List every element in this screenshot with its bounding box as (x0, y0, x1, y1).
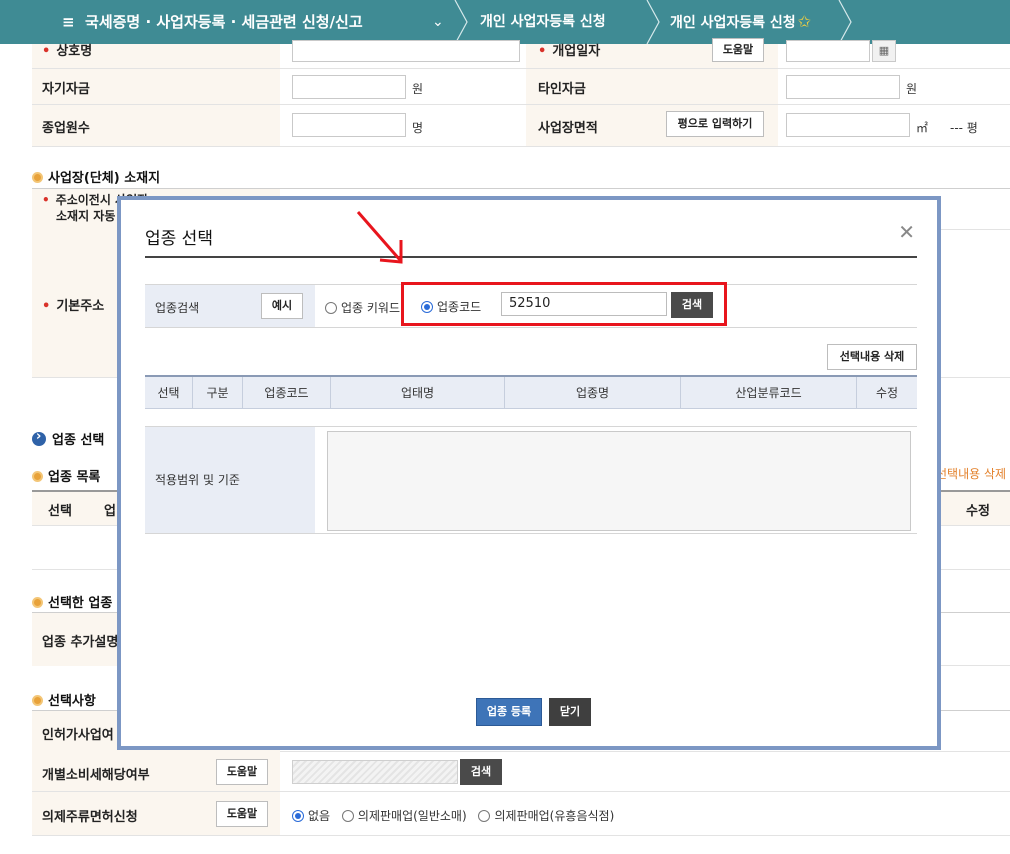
liquor-help-button[interactable]: 도움말 (216, 801, 268, 827)
breadcrumb-separator-icon (646, 0, 660, 44)
base-address-label: • 기본주소 (42, 299, 105, 314)
sqm-unit: ㎡ (916, 121, 929, 135)
scope-label: 적용범위 및 기준 (155, 473, 240, 487)
excise-search-button[interactable]: 검색 (460, 759, 502, 785)
industry-list-col-partial: 업 (104, 504, 116, 519)
industry-grid-header: 선택 구분 업종코드 업태명 업종명 산업분류코드 수정 (145, 375, 917, 409)
highlight-box (401, 282, 727, 326)
breadcrumb-item-2-label: 개인 사업자등록 신청 (670, 15, 796, 31)
area-input[interactable] (786, 113, 910, 137)
col-select: 선택 (145, 377, 193, 409)
close-icon[interactable]: ✕ (898, 220, 915, 244)
calendar-icon[interactable]: ▦ (872, 40, 896, 62)
register-industry-button[interactable]: 업종 등록 (476, 698, 542, 726)
excise-input-disabled (292, 760, 458, 784)
own-capital-label: 자기자금 (42, 82, 90, 97)
liquor-options: 없음 의제판매업(일반소매) 의제판매업(유흥음식점) (292, 807, 622, 824)
hamburger-icon: ≡ (62, 13, 75, 31)
red-arrow-icon (356, 211, 403, 264)
section-bullet-icon (32, 471, 43, 482)
scope-row: 적용범위 및 기준 (145, 426, 917, 534)
section-bullet-icon (32, 695, 43, 706)
other-capital-input[interactable] (786, 75, 900, 99)
industry-list-delete-link[interactable]: 선택내용 삭제 (936, 465, 1006, 482)
open-date-help-button[interactable]: 도움말 (712, 38, 764, 62)
nav-menu-label: 국세증명 · 사업자등록 · 세금관련 신청/신고 (85, 13, 363, 31)
liquor-retail-radio[interactable] (341, 810, 354, 822)
excise-help-button[interactable]: 도움말 (216, 759, 268, 785)
industry-select-modal: 업종 선택 ✕ 업종검색 예시 업종 키워드 업종코드 52510 검색 선택내… (117, 196, 941, 750)
liquor-bar-label: 의제판매업(유흥음식점) (494, 809, 615, 823)
scope-textarea[interactable] (327, 431, 911, 531)
location-section-title: 사업장(단체) 소재지 (32, 167, 160, 186)
col-business-type: 업태명 (331, 377, 505, 409)
won-unit: 원 (412, 82, 424, 96)
liquor-license-label: 의제주류면허신청 (42, 810, 138, 825)
industry-list-col-select: 선택 (48, 504, 72, 519)
col-edit: 수정 (875, 386, 899, 400)
industry-search-label: 업종검색 (155, 301, 200, 315)
area-label: 사업장면적 (538, 121, 598, 136)
section-bullet-icon (32, 172, 43, 183)
section-bullet-icon (32, 597, 43, 608)
other-capital-label: 타인자금 (538, 82, 586, 97)
col-industry-class-code: 산업분류코드 (681, 377, 857, 409)
selected-industry-section-title: 선택한 업종 (32, 592, 112, 611)
liquor-none-radio[interactable] (292, 810, 304, 822)
open-date-label: • 개업일자 (538, 44, 601, 59)
liquor-none-label: 없음 (308, 809, 331, 823)
industry-list-col-edit: 수정 (966, 504, 990, 519)
won-unit: 원 (906, 82, 918, 96)
keyword-radio[interactable] (325, 302, 337, 314)
liquor-retail-label: 의제판매업(일반소매) (357, 809, 467, 823)
search-type-options: 업종 키워드 (325, 299, 408, 316)
col-industry-code: 업종코드 (243, 377, 331, 409)
breadcrumb-separator-icon (838, 0, 852, 44)
pyeong-input-button[interactable]: 평으로 입력하기 (666, 111, 764, 137)
excise-tax-label: 개별소비세해당여부 (42, 768, 150, 783)
example-button[interactable]: 예시 (261, 293, 303, 319)
section-arrow-icon (32, 429, 46, 446)
employees-input[interactable] (292, 113, 406, 137)
liquor-bar-radio[interactable] (478, 810, 491, 822)
options-section-title: 선택사항 (32, 690, 96, 709)
license-business-label: 인허가사업여 (42, 728, 114, 743)
trade-name-input[interactable] (292, 40, 520, 62)
favorite-star-icon[interactable]: ✩ (798, 12, 811, 31)
delete-selected-button[interactable]: 선택내용 삭제 (827, 344, 917, 370)
chevron-down-icon[interactable]: ⌄ (432, 0, 444, 44)
col-industry-name: 업종명 (505, 377, 681, 409)
modal-title: 업종 선택 (145, 229, 213, 249)
breadcrumb-separator-icon (454, 0, 468, 44)
industry-extra-desc-label: 업종 추가설명 (42, 635, 119, 650)
people-unit: 명 (412, 121, 424, 135)
open-date-input[interactable] (786, 40, 870, 62)
menu-toggle[interactable]: ≡ 국세증명 · 사업자등록 · 세금관련 신청/신고 (62, 0, 363, 44)
own-capital-input[interactable] (292, 75, 406, 99)
employees-label: 종업원수 (42, 121, 90, 136)
modal-title-rule (145, 256, 917, 258)
industry-list-section-title: 업종 목록 (32, 466, 100, 485)
pyeong-value: --- 평 (950, 121, 978, 135)
form-row-excise (32, 752, 1010, 792)
trade-name-label: • 상호명 (42, 44, 93, 59)
close-button[interactable]: 닫기 (549, 698, 591, 726)
keyword-radio-label: 업종 키워드 (341, 301, 401, 315)
industry-select-section-title: 업종 선택 (32, 429, 104, 448)
col-type: 구분 (193, 377, 243, 409)
top-nav-bar: ≡ 국세증명 · 사업자등록 · 세금관련 신청/신고 ⌄ 개인 사업자등록 신… (0, 0, 1010, 44)
breadcrumb-item-1[interactable]: 개인 사업자등록 신청 (480, 0, 606, 44)
